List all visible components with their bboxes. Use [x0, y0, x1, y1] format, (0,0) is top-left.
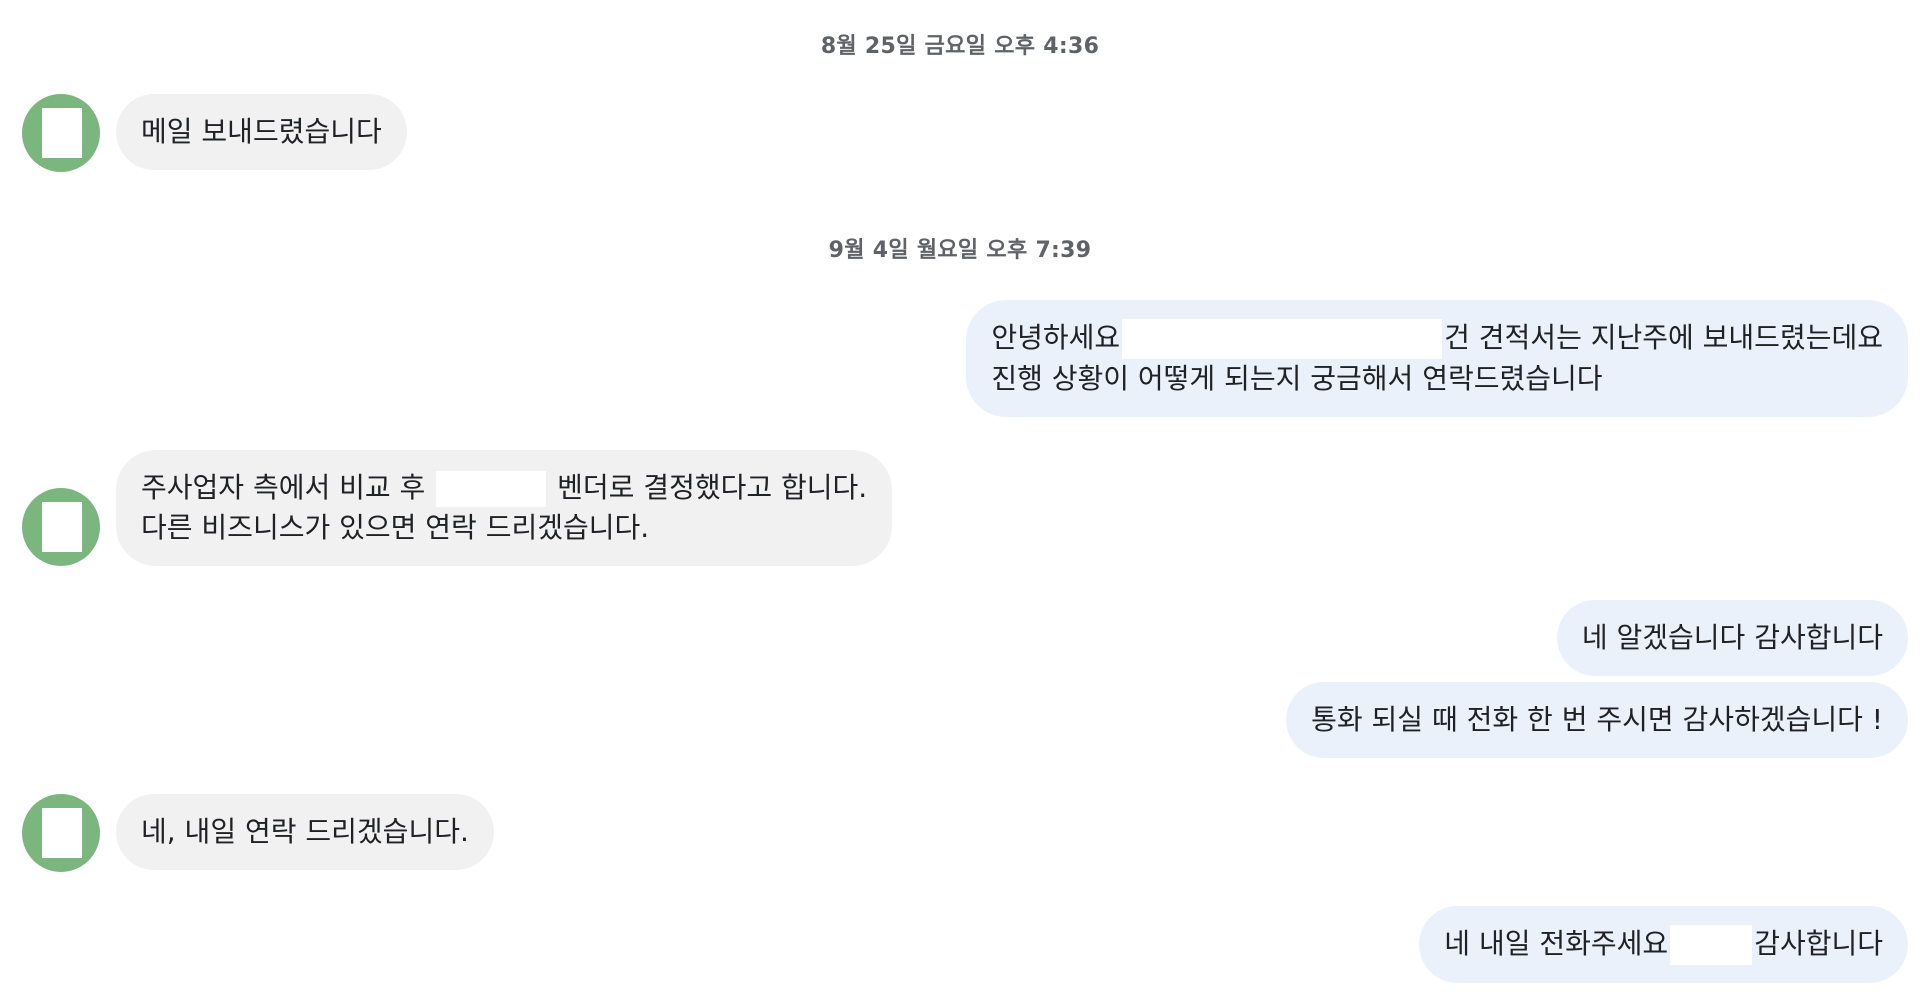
- user-avatar-icon[interactable]: [22, 488, 100, 566]
- user-avatar-icon[interactable]: [22, 94, 100, 172]
- message-bubble-incoming[interactable]: 네, 내일 연락 드리겠습니다.: [116, 794, 494, 870]
- message-bubble-outgoing[interactable]: 네 내일 전화주세요 감사합니다: [1419, 906, 1908, 983]
- message-line: 진행 상황이 어떻게 되는지 궁금해서 연락드렸습니다: [991, 362, 1603, 395]
- redacted-text: [436, 471, 547, 507]
- message-text: 네 알겠습니다 감사합니다: [1581, 621, 1883, 654]
- user-avatar-icon[interactable]: [22, 794, 100, 872]
- message-text: 네, 내일 연락 드리겠습니다.: [141, 815, 469, 848]
- message-bubble-outgoing[interactable]: 네 알겠습니다 감사합니다: [1556, 600, 1908, 676]
- message-line: 안녕하세요 건 견적서는 지난주에 보내드렸는데요: [991, 318, 1883, 359]
- message-text: 메일 보내드렸습니다: [141, 115, 382, 148]
- message-line: 주사업자 측에서 비교 후 벤더로 결정했다고 합니다.: [141, 468, 867, 508]
- message-bubble-outgoing[interactable]: 통화 되실 때 전화 한 번 주시면 감사하겠습니다 !: [1286, 682, 1908, 758]
- message-bubble-outgoing[interactable]: 안녕하세요 건 견적서는 지난주에 보내드렸는데요 진행 상황이 어떻게 되는지 …: [966, 300, 1908, 417]
- message-text: 통화 되실 때 전화 한 번 주시면 감사하겠습니다 !: [1311, 703, 1883, 736]
- redacted-text: [1122, 319, 1443, 359]
- timestamp-divider: 8월 25일 금요일 오후 4:36: [820, 34, 1100, 59]
- message-bubble-incoming[interactable]: 주사업자 측에서 비교 후 벤더로 결정했다고 합니다. 다른 비즈니스가 있으…: [116, 450, 893, 566]
- message-line: 다른 비즈니스가 있으면 연락 드리겠습니다.: [141, 511, 650, 544]
- redacted-text: [1670, 925, 1753, 965]
- message-bubble-incoming[interactable]: 메일 보내드렸습니다: [116, 94, 407, 170]
- timestamp-divider: 9월 4일 월요일 오후 7:39: [828, 238, 1092, 263]
